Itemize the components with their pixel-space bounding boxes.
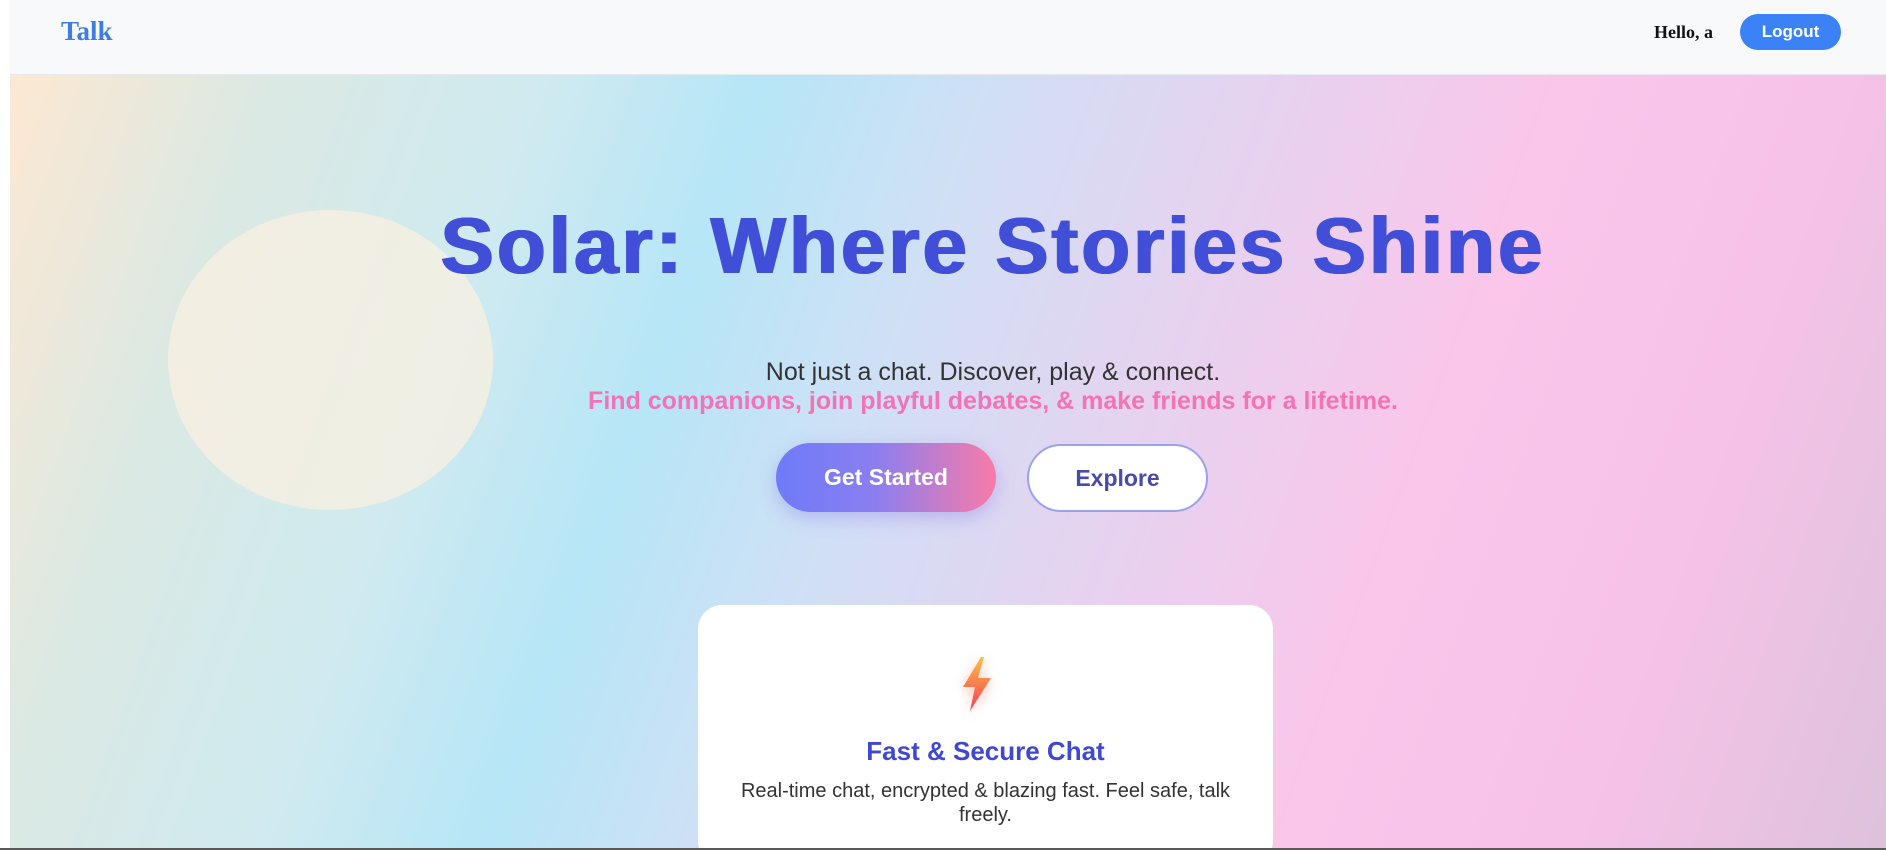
hero-section: Solar: Where Stories Shine Not just a ch… [10, 75, 1886, 848]
lightning-bolt-icon [963, 657, 991, 711]
explore-button[interactable]: Explore [1027, 444, 1208, 512]
feature-description: Real-time chat, encrypted & blazing fast… [740, 780, 1231, 826]
get-started-button[interactable]: Get Started [776, 443, 996, 512]
hero-title: Solar: Where Stories Shine [440, 201, 1546, 290]
logout-button[interactable]: Logout [1740, 14, 1841, 50]
user-greeting: Hello, a [1654, 22, 1713, 42]
navbar: Talk Hello, a Logout [10, 0, 1886, 75]
app-frame: Talk Hello, a Logout Solar: Where Storie… [10, 0, 1886, 848]
brand-logo[interactable]: Talk [61, 16, 113, 47]
feature-title: Fast & Secure Chat [866, 736, 1105, 766]
hero-tagline: Find companions, join playful debates, &… [588, 387, 1398, 415]
feature-card: Fast & Secure Chat Real-time chat, encry… [698, 605, 1273, 848]
hero-subtitle: Not just a chat. Discover, play & connec… [765, 358, 1221, 386]
